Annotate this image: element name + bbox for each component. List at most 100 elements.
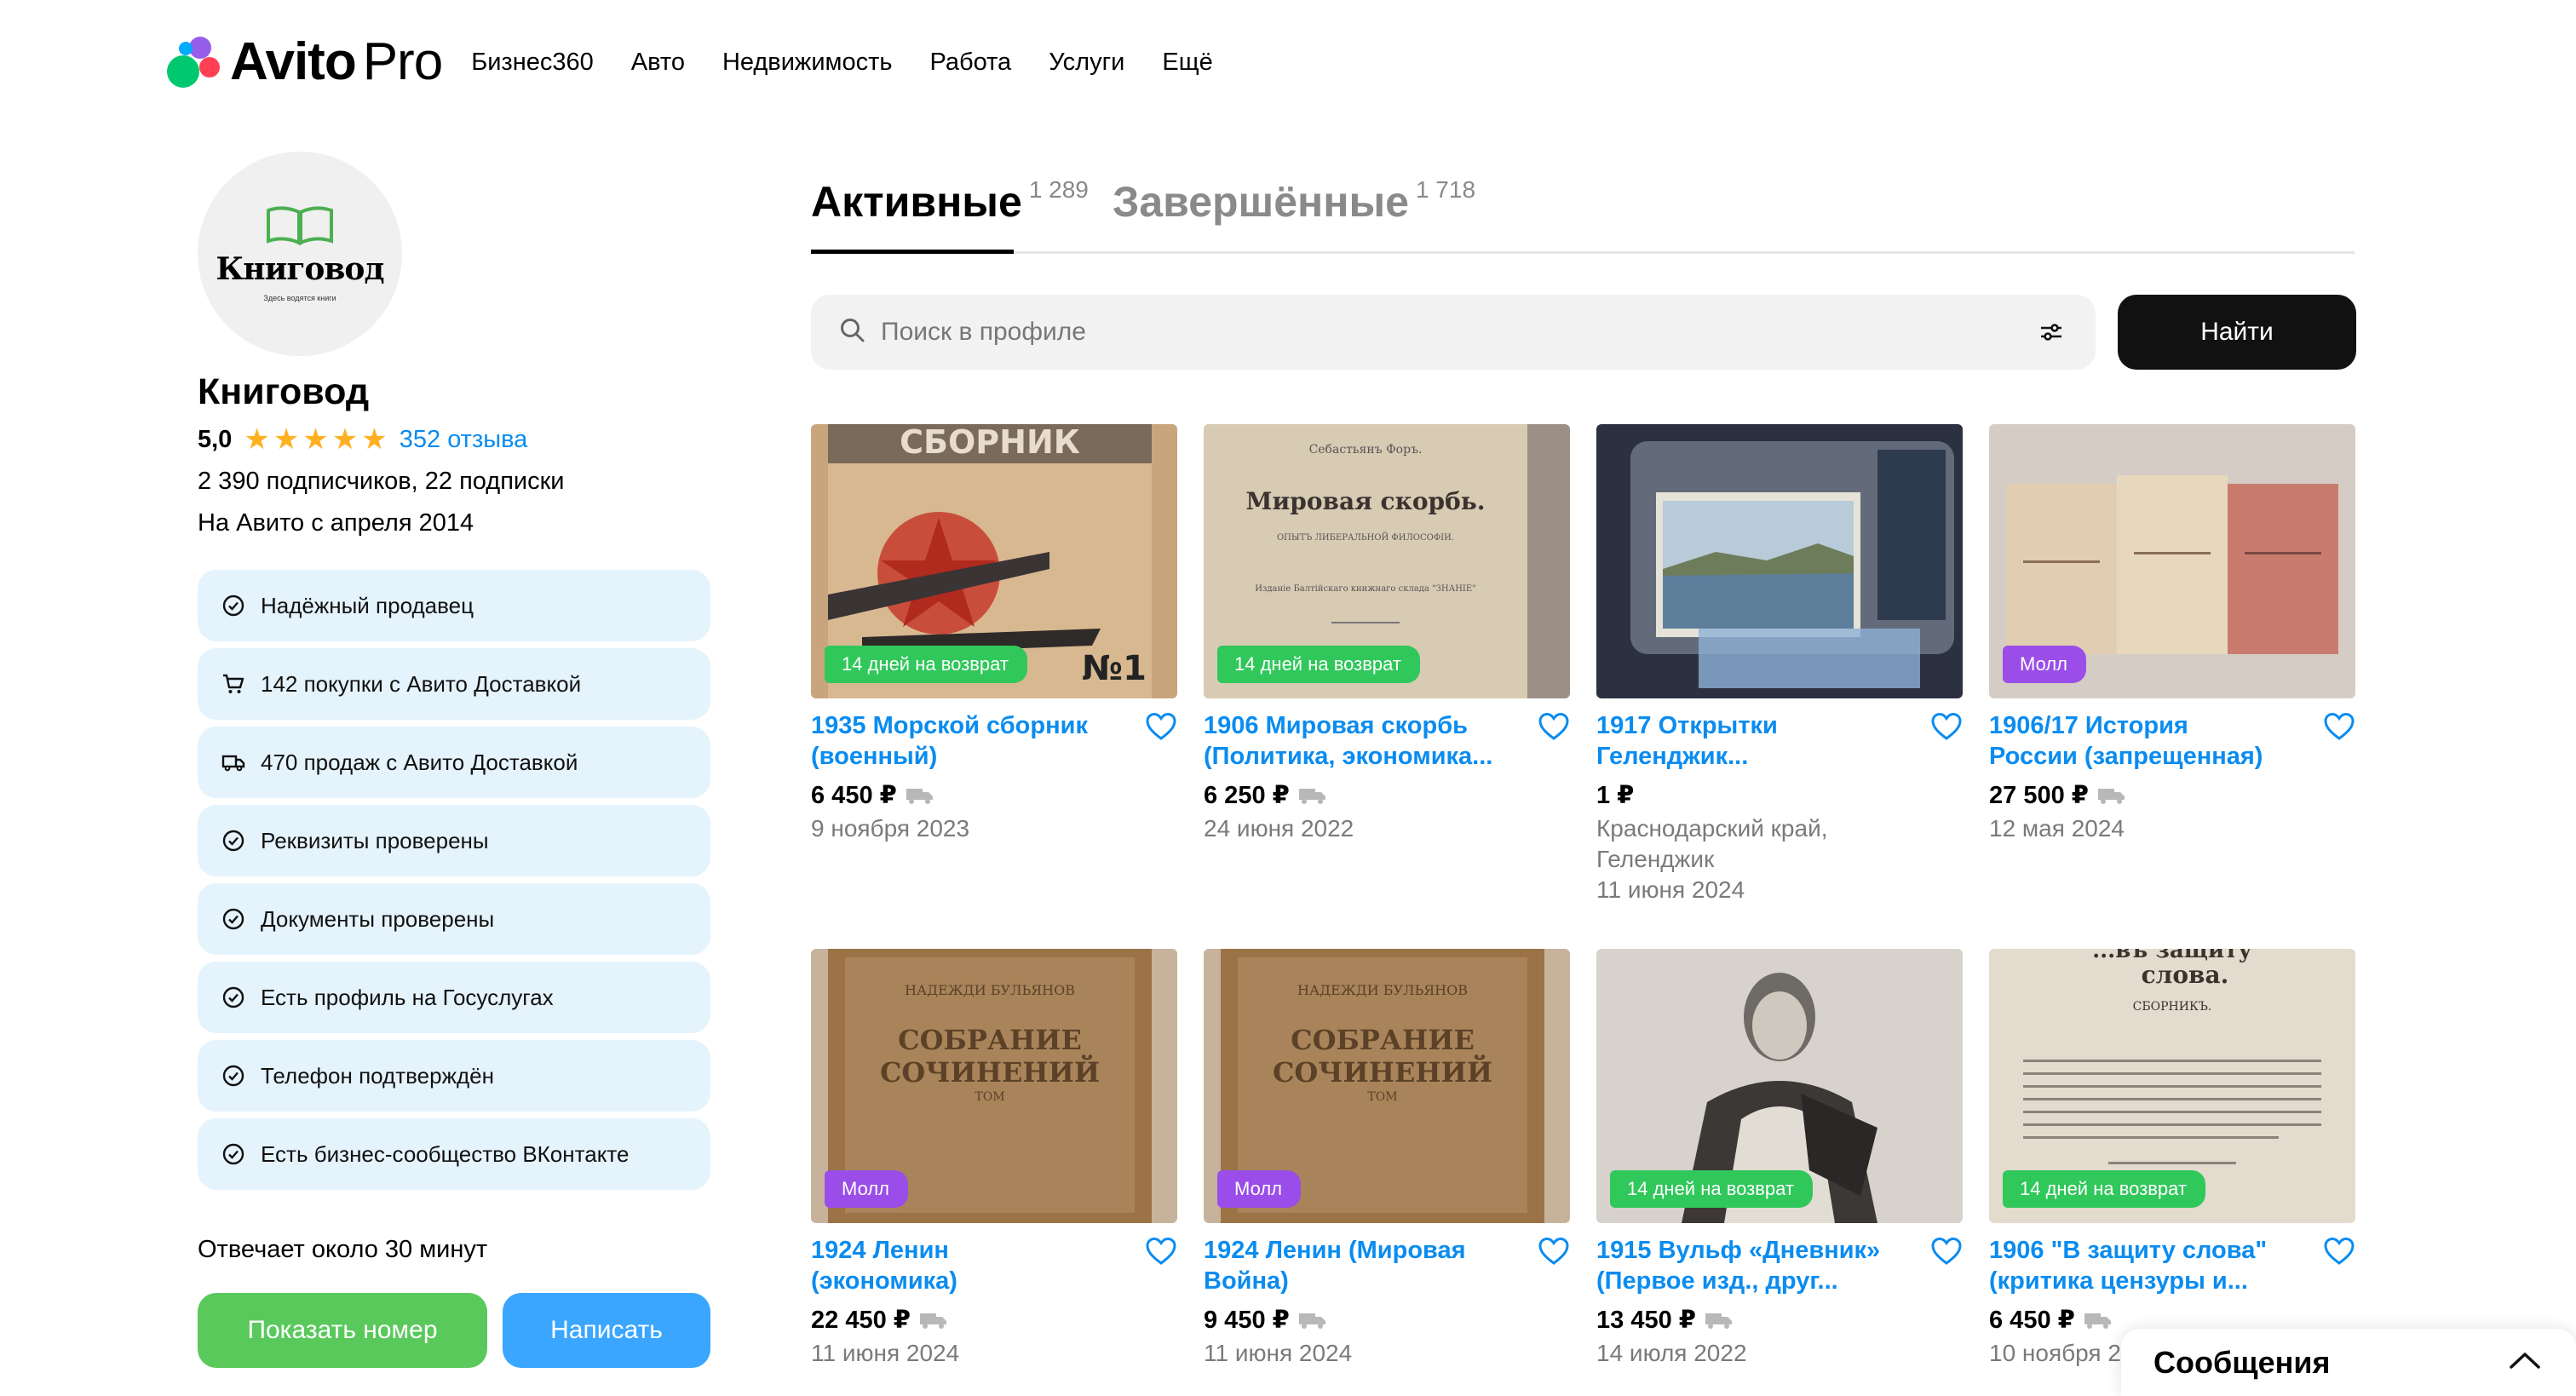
heart-icon[interactable] <box>1930 712 1963 741</box>
listing-photo[interactable]: ...въ защиту слова. СБОРНИКЪ. 14 дней на… <box>1989 949 2355 1223</box>
listing-card[interactable]: 1917 Открытки Геленджик... 1 ₽ Краснодарс… <box>1596 424 1963 905</box>
nav-eshche[interactable]: Ещё <box>1162 49 1212 77</box>
star-icon: ★ <box>331 423 359 456</box>
heart-icon[interactable] <box>2323 712 2355 741</box>
listing-title[interactable]: 1906 Мировая скорбь (Политика, экономика.… <box>1204 710 1527 772</box>
listing-card[interactable]: Молл 1906/17 История России (запрещенная)… <box>1989 424 2355 844</box>
listing-location: Краснодарский край, Геленджик 11 июня 20… <box>1596 815 1828 903</box>
listing-photo[interactable] <box>1596 424 1963 698</box>
logo-text: Avito Pro <box>230 32 443 91</box>
listing-photo[interactable]: Молл <box>1989 424 2355 698</box>
delivery-truck-icon <box>919 1313 946 1329</box>
tab-underline <box>811 250 1014 254</box>
check-circle-icon <box>220 1062 247 1089</box>
svg-text:СБОРНИКЪ.: СБОРНИКЪ. <box>2133 1000 2212 1014</box>
nav-nedvizhimost[interactable]: Недвижимость <box>722 49 893 77</box>
nav-uslugi[interactable]: Услуги <box>1049 49 1124 77</box>
listing-date: 9 ноября 2023 <box>811 815 970 842</box>
search-box[interactable] <box>811 295 2096 370</box>
listing-price: 27 500 ₽ <box>1989 782 2089 809</box>
listing-card[interactable]: СБОРНИК №1 14 дней на возврат 1935 Морск… <box>811 424 1177 844</box>
badge-label: Реквизиты проверены <box>261 827 489 853</box>
listing-photo[interactable]: 14 дней на возврат <box>1596 949 1963 1223</box>
star-icon: ★ <box>244 423 270 456</box>
nav-avto[interactable]: Авто <box>631 49 685 77</box>
write-message-button[interactable]: Написать <box>503 1293 710 1368</box>
delivery-truck-icon <box>906 788 933 804</box>
listing-photo[interactable]: СБОРНИК №1 14 дней на возврат <box>811 424 1177 698</box>
top-nav: Бизнес360 Авто Недвижимость Работа Услуг… <box>471 49 1213 77</box>
badge-label: Телефон подтверждён <box>261 1062 494 1089</box>
tab-completed[interactable]: Завершённые 1 718 <box>1113 176 1475 227</box>
heart-icon[interactable] <box>1538 712 1570 741</box>
heart-icon[interactable] <box>1538 1237 1570 1266</box>
reviews-link[interactable]: 352 отзыва <box>400 426 528 454</box>
listing-photo[interactable]: НАДЕЖДИ БУЛЬЯНОВ СОБРАНИЕ СОЧИНЕНИЙ ТОМ … <box>811 949 1177 1223</box>
badge-reliable-seller[interactable]: Надёжный продавец <box>198 570 710 641</box>
badge-purchases[interactable]: 142 покупки с Авито Доставкой <box>198 648 710 720</box>
svg-text:ТОМ: ТОМ <box>1367 1090 1397 1104</box>
heart-icon[interactable] <box>1145 712 1177 741</box>
followers-count[interactable]: 2 390 подписчиков, 22 подписки <box>198 468 710 496</box>
avito-pro-logo[interactable]: Avito Pro <box>167 24 443 101</box>
chevron-up-icon[interactable] <box>2508 1350 2542 1375</box>
badge-label: 470 продаж с Авито Доставкой <box>261 749 578 775</box>
svg-text:слова.: слова. <box>2142 961 2229 989</box>
heart-icon[interactable] <box>1145 1237 1177 1266</box>
badge-documents[interactable]: Документы проверены <box>198 883 710 955</box>
listing-title[interactable]: 1924 Ленин (Мировая Война) <box>1204 1235 1527 1296</box>
listing-card[interactable]: ...въ защиту слова. СБОРНИКЪ. 14 дней на… <box>1989 949 2355 1369</box>
listing-date: 14 июля 2022 <box>1596 1340 1747 1366</box>
badge-phone-verified[interactable]: Телефон подтверждён <box>198 1040 710 1112</box>
svg-text:ТОМ: ТОМ <box>975 1090 1004 1104</box>
nav-rabota[interactable]: Работа <box>929 49 1011 77</box>
star-icon: ★ <box>273 423 300 456</box>
listing-title[interactable]: 1906/17 История России (запрещенная) <box>1989 710 2313 772</box>
heart-icon[interactable] <box>2323 1237 2355 1266</box>
rating-stars: ★ ★ ★ ★ ★ <box>244 425 387 454</box>
listing-photo[interactable]: Себастьянъ Форъ. Мировая скорбь. ОПЫТЪ Л… <box>1204 424 1570 698</box>
listing-title[interactable]: 1915 Вульф «Дневник» (Первое изд., друг..… <box>1596 1235 1920 1296</box>
check-circle-icon <box>220 827 247 854</box>
messages-title: Сообщения <box>2153 1344 2331 1380</box>
badge-sales[interactable]: 470 продаж с Авито Доставкой <box>198 727 710 798</box>
show-phone-button[interactable]: Показать номер <box>198 1293 487 1368</box>
cart-icon <box>220 670 247 698</box>
avatar[interactable]: Книговод Здесь водятся книги <box>198 152 402 356</box>
seller-name: Книговод <box>198 371 370 412</box>
listing-price: 6 250 ₽ <box>1204 782 1290 809</box>
listing-price: 1 ₽ <box>1596 782 1635 809</box>
search-input[interactable] <box>879 317 1987 348</box>
reply-time: Отвечает около 30 минут <box>198 1236 488 1263</box>
badge-gosuslugi[interactable]: Есть профиль на Госуслугах <box>198 962 710 1033</box>
listing-card[interactable]: НАДЕЖДИ БУЛЬЯНОВ СОБРАНИЕ СОЧИНЕНИЙ ТОМ … <box>811 949 1177 1369</box>
nav-biznes360[interactable]: Бизнес360 <box>471 49 594 77</box>
listing-title[interactable]: 1906 "В защиту слова" (критика цензуры и.… <box>1989 1235 2313 1296</box>
svg-text:НАДЕЖДИ БУЛЬЯНОВ: НАДЕЖДИ БУЛЬЯНОВ <box>905 982 1075 998</box>
listing-title[interactable]: 1917 Открытки Геленджик... <box>1596 710 1920 772</box>
listing-title[interactable]: 1935 Морской сборник (военный) <box>811 710 1135 772</box>
return-14-days-badge: 14 дней на возврат <box>1217 646 1420 683</box>
messages-widget[interactable]: Сообщения <box>2121 1329 2576 1396</box>
heart-icon[interactable] <box>1930 1237 1963 1266</box>
find-button[interactable]: Найти <box>2118 295 2356 370</box>
listing-date: 12 мая 2024 <box>1989 815 2125 842</box>
filter-sliders-icon[interactable] <box>2038 319 2065 346</box>
listing-card[interactable]: 14 дней на возврат 1915 Вульф «Дневник»(… <box>1596 949 1963 1369</box>
profile-search: Найти <box>811 295 2356 370</box>
svg-text:СОБРАНИЕ: СОБРАНИЕ <box>1291 1024 1475 1056</box>
star-icon: ★ <box>302 423 329 456</box>
badge-requisites[interactable]: Реквизиты проверены <box>198 805 710 876</box>
open-book-icon <box>265 205 335 246</box>
listing-card[interactable]: НАДЕЖДИ БУЛЬЯНОВ СОБРАНИЕ СОЧИНЕНИЙ ТОМ … <box>1204 949 1570 1369</box>
badge-label: 142 покупки с Авито Доставкой <box>261 670 582 697</box>
listing-card[interactable]: Себастьянъ Форъ. Мировая скорбь. ОПЫТЪ Л… <box>1204 424 1570 844</box>
badge-label: Документы проверены <box>261 905 495 932</box>
avito-logo-dots-icon <box>167 35 221 89</box>
listing-photo[interactable]: НАДЕЖДИ БУЛЬЯНОВ СОБРАНИЕ СОЧИНЕНИЙ ТОМ … <box>1204 949 1570 1223</box>
badge-vk-community[interactable]: Есть бизнес-сообщество ВКонтакте <box>198 1118 710 1190</box>
listing-title[interactable]: 1924 Ленин (экономика) <box>811 1235 1135 1296</box>
listing-tabs: Активные 1 289 Завершённые 1 718 <box>811 170 2355 254</box>
seller-profile: Книговод Здесь водятся книги Книговод 5,… <box>198 152 710 1368</box>
tab-active[interactable]: Активные 1 289 <box>811 176 1089 227</box>
